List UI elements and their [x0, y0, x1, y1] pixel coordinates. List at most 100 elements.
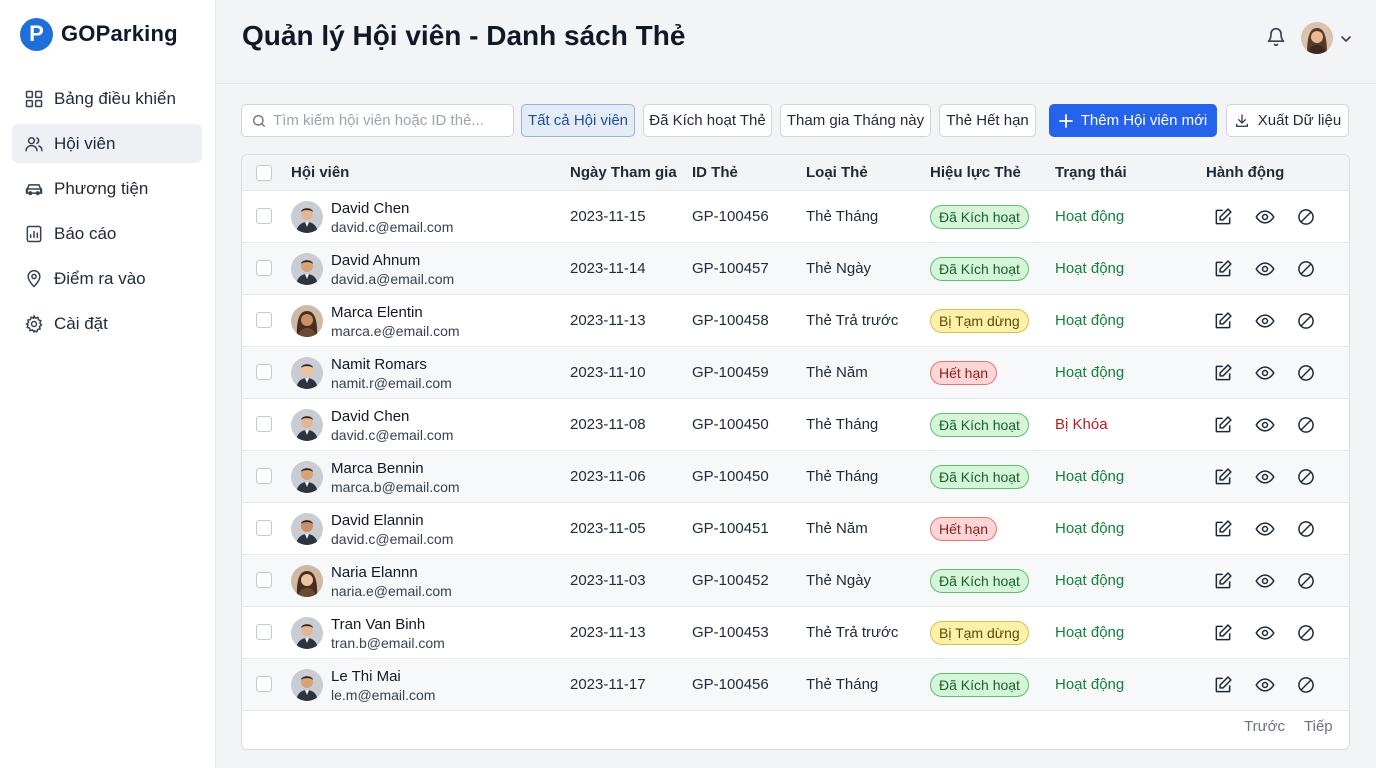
table-row[interactable]: David Chen david.c@email.com 2023-11-08 GP-…: [242, 399, 1349, 451]
row-checkbox[interactable]: [256, 676, 272, 692]
brand-name: GOParking: [61, 21, 178, 46]
row-checkbox[interactable]: [256, 364, 272, 380]
map-pin-icon: [24, 269, 44, 289]
car-icon: [24, 179, 44, 199]
header-member[interactable]: Hội viên: [291, 155, 349, 191]
table-row[interactable]: David Elannin david.c@email.com 2023-11-05…: [242, 503, 1349, 555]
bell-icon[interactable]: [1266, 27, 1286, 49]
block-icon[interactable]: [1296, 259, 1316, 279]
user-avatar[interactable]: [1301, 22, 1333, 54]
add-member-button[interactable]: Thêm Hội viên mới: [1049, 104, 1217, 137]
edit-icon[interactable]: [1213, 519, 1233, 539]
member-name: David Ahnum: [331, 252, 421, 269]
edit-icon[interactable]: [1213, 675, 1233, 695]
sidebar-item-users[interactable]: Hội viên: [12, 124, 202, 163]
view-icon[interactable]: [1255, 519, 1275, 539]
member-name: Marca Bennin: [331, 460, 424, 477]
header-card-id[interactable]: ID Thẻ: [692, 155, 738, 191]
select-all-checkbox[interactable]: [256, 165, 272, 181]
sidebar-item-car[interactable]: Phương tiện: [12, 169, 202, 208]
edit-icon[interactable]: [1213, 259, 1233, 279]
edit-icon[interactable]: [1213, 311, 1233, 331]
table-row[interactable]: Marca Elentin marca.e@email.com 2023-11-13…: [242, 295, 1349, 347]
filter-joined-this-month[interactable]: Tham gia Tháng này: [780, 104, 931, 137]
joined-date: 2023-11-10: [570, 364, 646, 381]
block-icon[interactable]: [1296, 311, 1316, 331]
view-icon[interactable]: [1255, 623, 1275, 643]
view-icon[interactable]: [1255, 207, 1275, 227]
header-card-validity[interactable]: Hiệu lực Thẻ: [930, 155, 1021, 191]
block-icon[interactable]: [1296, 467, 1316, 487]
block-icon[interactable]: [1296, 415, 1316, 435]
member-name: Namit Romars: [331, 356, 427, 373]
member-avatar: [291, 513, 323, 545]
member-name: David Chen: [331, 200, 410, 217]
sidebar-item-gear[interactable]: Cài đặt: [12, 304, 202, 343]
view-icon[interactable]: [1255, 415, 1275, 435]
table-row[interactable]: Marca Bennin marca.b@email.com 2023-11-06 G…: [242, 451, 1349, 503]
joined-date: 2023-11-06: [570, 468, 646, 485]
block-icon[interactable]: [1296, 675, 1316, 695]
table-row[interactable]: David Ahnum david.a@email.com 2023-11-14 GP…: [242, 243, 1349, 295]
table-row[interactable]: David Chen david.c@email.com 2023-11-15 GP-…: [242, 191, 1349, 243]
validity-badge: Bị Tạm dừng: [930, 309, 1029, 333]
edit-icon[interactable]: [1213, 207, 1233, 227]
table-row[interactable]: Namit Romars namit.r@email.com 2023-11-10 G…: [242, 347, 1349, 399]
table-row[interactable]: Le Thi Mai le.m@email.com 2023-11-17 GP-100…: [242, 659, 1349, 711]
chevron-down-icon[interactable]: [1340, 32, 1352, 44]
next-page-button[interactable]: Tiếp: [1304, 718, 1333, 735]
card-id: GP-100450: [692, 416, 769, 433]
edit-icon[interactable]: [1213, 363, 1233, 383]
header-actions: Hành động: [1206, 164, 1285, 181]
block-icon[interactable]: [1296, 519, 1316, 539]
view-icon[interactable]: [1255, 571, 1275, 591]
view-icon[interactable]: [1255, 259, 1275, 279]
brand-logo[interactable]: P GOParking: [20, 16, 178, 52]
download-icon: [1235, 113, 1248, 127]
joined-date: 2023-11-08: [570, 416, 646, 433]
edit-icon[interactable]: [1213, 623, 1233, 643]
header-joined-date[interactable]: Ngày Tham gia: [570, 155, 677, 191]
row-checkbox[interactable]: [256, 468, 272, 484]
row-checkbox[interactable]: [256, 208, 272, 224]
sidebar-item-map-pin[interactable]: Điểm ra vào: [12, 259, 202, 298]
filter-activated-cards[interactable]: Đã Kích hoạt Thẻ: [643, 104, 772, 137]
block-icon[interactable]: [1296, 363, 1316, 383]
validity-badge: Đã Kích hoạt: [930, 569, 1029, 593]
edit-icon[interactable]: [1213, 571, 1233, 591]
filter-all-members[interactable]: Tất cả Hội viên: [521, 104, 635, 137]
status-text: Hoạt động: [1055, 624, 1125, 641]
view-icon[interactable]: [1255, 467, 1275, 487]
validity-badge: Đã Kích hoạt: [930, 205, 1029, 229]
block-icon[interactable]: [1296, 571, 1316, 591]
sidebar-item-dashboard[interactable]: Bảng điều khiển: [12, 79, 202, 118]
joined-date: 2023-11-14: [570, 260, 646, 277]
member-avatar: [291, 201, 323, 233]
row-checkbox[interactable]: [256, 260, 272, 276]
header-card-type[interactable]: Loại Thẻ: [806, 155, 868, 191]
block-icon[interactable]: [1296, 623, 1316, 643]
view-icon[interactable]: [1255, 675, 1275, 695]
edit-icon[interactable]: [1213, 467, 1233, 487]
card-id: GP-100453: [692, 624, 769, 641]
view-icon[interactable]: [1255, 363, 1275, 383]
search-input[interactable]: [273, 112, 508, 129]
edit-icon[interactable]: [1213, 415, 1233, 435]
header-status[interactable]: Trạng thái: [1055, 155, 1127, 191]
row-checkbox[interactable]: [256, 312, 272, 328]
sidebar-item-report[interactable]: Báo cáo: [12, 214, 202, 253]
filter-expired-cards[interactable]: Thẻ Hết hạn: [939, 104, 1036, 137]
search-icon: [252, 114, 265, 127]
table-header: Hội viên Ngày Tham gia ID Thẻ Loại Thẻ H…: [242, 155, 1349, 191]
row-checkbox[interactable]: [256, 520, 272, 536]
table-row[interactable]: Naria Elannn naria.e@email.com 2023-11-03 G…: [242, 555, 1349, 607]
prev-page-button[interactable]: Trước: [1244, 718, 1285, 735]
export-data-button[interactable]: Xuất Dữ liệu: [1226, 104, 1349, 137]
row-checkbox[interactable]: [256, 624, 272, 640]
row-checkbox[interactable]: [256, 572, 272, 588]
block-icon[interactable]: [1296, 207, 1316, 227]
sidebar: P GOParking Bảng điều khiển Hội viên Phươn…: [0, 0, 216, 768]
table-row[interactable]: Tran Van Binh tran.b@email.com 2023-11-13 G…: [242, 607, 1349, 659]
view-icon[interactable]: [1255, 311, 1275, 331]
row-checkbox[interactable]: [256, 416, 272, 432]
